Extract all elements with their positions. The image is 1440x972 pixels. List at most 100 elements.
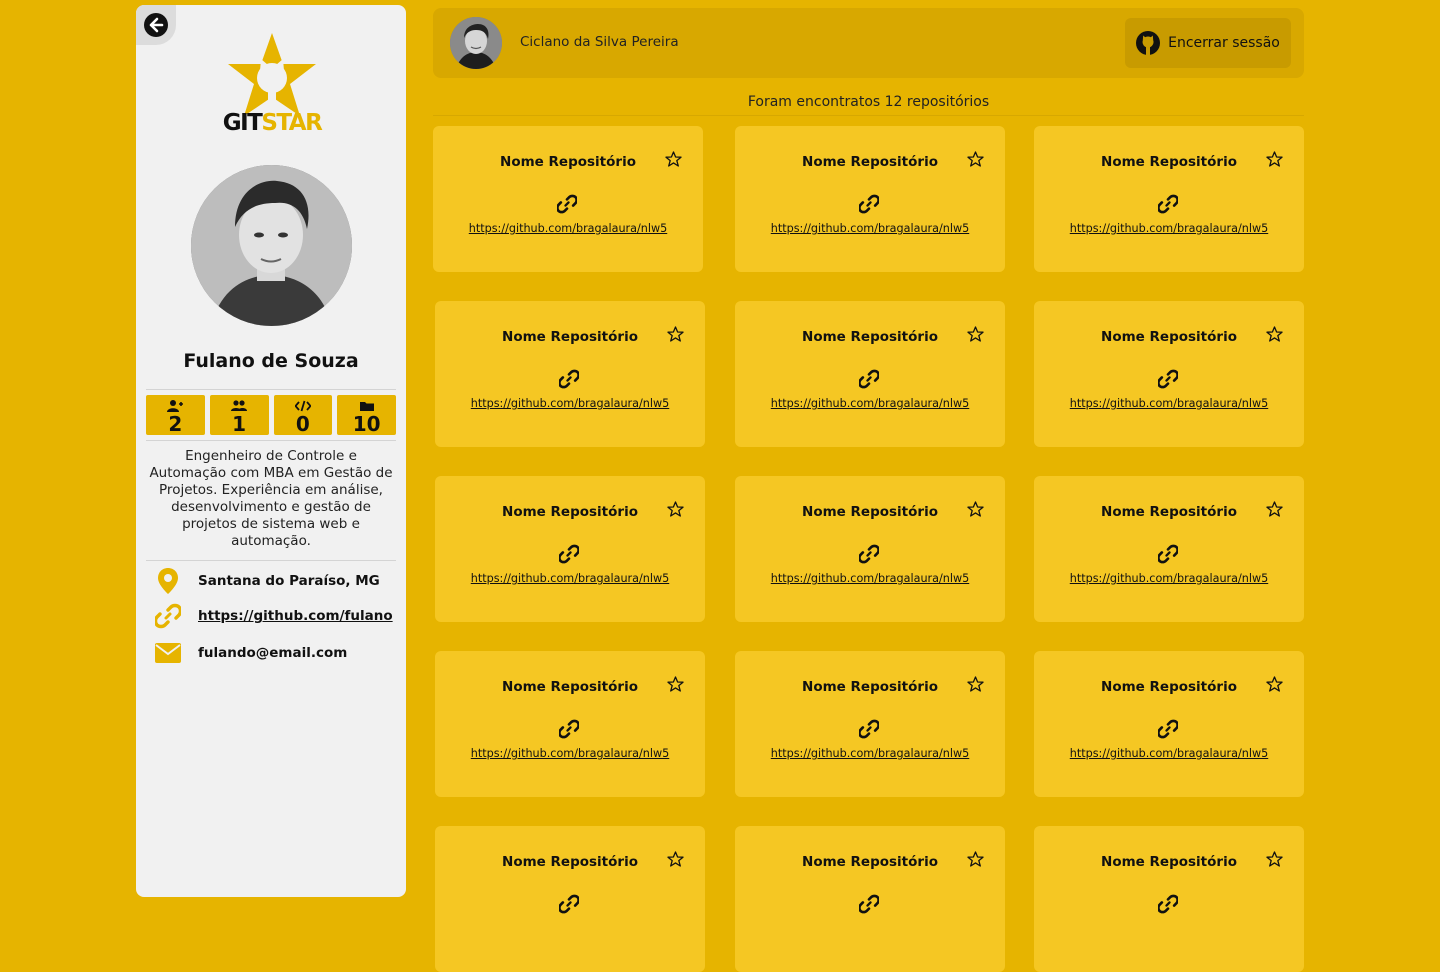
repo-url-link[interactable]: https://github.com/bragalaura/nlw5 xyxy=(735,572,1005,585)
repo-card[interactable]: Nome Repositório https://github.com/braga… xyxy=(435,651,705,797)
repo-card[interactable]: Nome Repositório https://github.com/braga… xyxy=(1034,126,1304,272)
code-icon xyxy=(294,400,311,412)
repo-name: Nome Repositório xyxy=(1101,504,1237,520)
email-text: fulando@email.com xyxy=(198,645,348,661)
link-icon xyxy=(859,719,879,739)
repo-url-link[interactable]: https://github.com/bragalaura/nlw5 xyxy=(1034,397,1304,410)
stat-gists: 0 xyxy=(273,395,333,435)
user-name: Fulano de Souza xyxy=(183,350,359,372)
stat-followers: 2 xyxy=(146,395,205,435)
repo-name: Nome Repositório xyxy=(502,504,638,520)
link-icon xyxy=(859,369,879,389)
star-icon[interactable] xyxy=(1266,326,1283,342)
top-header: Ciclano da Silva Pereira Encerrar sessão xyxy=(433,8,1304,78)
repo-card[interactable]: Nome Repositório xyxy=(735,826,1005,972)
repo-name: Nome Repositório xyxy=(802,504,938,520)
repo-card[interactable]: Nome Repositório https://github.com/braga… xyxy=(735,476,1005,622)
stat-following: 1 xyxy=(209,395,269,436)
repo-card[interactable]: Nome Repositório https://github.com/braga… xyxy=(433,126,703,272)
stat-followers-value: 2 xyxy=(168,412,183,436)
repo-card[interactable]: Nome Repositório xyxy=(435,826,705,972)
repo-name: Nome Repositório xyxy=(1101,854,1237,870)
link-icon xyxy=(559,894,579,914)
header-user-name: Ciclano da Silva Pereira xyxy=(520,34,679,50)
star-icon[interactable] xyxy=(1266,501,1283,517)
github-profile-link[interactable]: https://github.com/fulano xyxy=(198,608,393,624)
repo-url-link[interactable]: https://github.com/bragalaura/nlw5 xyxy=(735,747,1005,760)
repo-card[interactable]: Nome Repositório https://github.com/braga… xyxy=(735,126,1005,272)
user-bio: Engenheiro de Controle e Automação com M… xyxy=(149,448,393,549)
repo-card[interactable]: Nome Repositório https://github.com/braga… xyxy=(1034,301,1304,447)
location-row: Santana do Paraíso, MG xyxy=(154,568,380,594)
repo-card[interactable]: Nome Repositório https://github.com/braga… xyxy=(435,301,705,447)
star-icon[interactable] xyxy=(967,851,984,867)
link-icon xyxy=(559,544,579,564)
link-icon xyxy=(1158,544,1178,564)
link-icon xyxy=(1158,719,1178,739)
divider xyxy=(433,115,1304,116)
star-icon[interactable] xyxy=(667,326,684,342)
star-icon[interactable] xyxy=(667,851,684,867)
repo-card[interactable]: Nome Repositório https://github.com/braga… xyxy=(1034,476,1304,622)
divider xyxy=(146,560,396,561)
repo-url-link[interactable]: https://github.com/bragalaura/nlw5 xyxy=(1034,222,1304,235)
repo-name: Nome Repositório xyxy=(802,679,938,695)
logout-label: Encerrar sessão xyxy=(1168,35,1280,51)
stats-row: 2 1 0 10 xyxy=(146,395,396,435)
stat-following-value: 1 xyxy=(232,412,247,436)
repo-name: Nome Repositório xyxy=(1101,329,1237,345)
star-icon[interactable] xyxy=(967,676,984,692)
repo-count-text: Foram encontratos 12 repositórios xyxy=(747,94,990,110)
repo-url-link[interactable]: https://github.com/bragalaura/nlw5 xyxy=(435,572,705,585)
logo-wordmark: GITSTAR xyxy=(222,110,323,136)
repo-card[interactable]: Nome Repositório https://github.com/braga… xyxy=(1034,651,1304,797)
location-text: Santana do Paraíso, MG xyxy=(198,573,380,589)
users-icon xyxy=(231,400,248,411)
star-icon[interactable] xyxy=(667,501,684,517)
repo-name: Nome Repositório xyxy=(802,329,938,345)
repo-card[interactable]: Nome Repositório https://github.com/braga… xyxy=(435,476,705,622)
stat-repos: 10 xyxy=(337,395,396,435)
repo-url-link[interactable]: https://github.com/bragalaura/nlw5 xyxy=(1034,747,1304,760)
repo-name: Nome Repositório xyxy=(502,854,638,870)
repo-name: Nome Repositório xyxy=(500,154,636,170)
folder-icon xyxy=(359,402,374,411)
repo-url-link[interactable]: https://github.com/bragalaura/nlw5 xyxy=(1034,572,1304,585)
repo-url-link[interactable]: https://github.com/bragalaura/nlw5 xyxy=(735,397,1005,410)
star-icon[interactable] xyxy=(665,151,682,167)
profile-sidebar: GITSTAR Fulano de Souza 2 1 0 10 Engenhe… xyxy=(136,5,406,897)
back-button[interactable] xyxy=(136,5,176,45)
link-icon xyxy=(155,603,181,629)
repo-name: Nome Repositório xyxy=(502,679,638,695)
user-avatar xyxy=(191,165,352,326)
star-icon[interactable] xyxy=(967,501,984,517)
repo-url-link[interactable]: https://github.com/bragalaura/nlw5 xyxy=(435,747,705,760)
repo-url-link[interactable]: https://github.com/bragalaura/nlw5 xyxy=(433,222,703,235)
link-icon xyxy=(559,369,579,389)
repo-name: Nome Repositório xyxy=(502,329,638,345)
repo-card[interactable]: Nome Repositório https://github.com/braga… xyxy=(735,301,1005,447)
email-row: fulando@email.com xyxy=(154,643,347,663)
repo-url-link[interactable]: https://github.com/bragalaura/nlw5 xyxy=(735,222,1005,235)
repo-name: Nome Repositório xyxy=(802,154,938,170)
star-icon[interactable] xyxy=(1266,851,1283,867)
repo-card[interactable]: Nome Repositório xyxy=(1034,826,1304,972)
star-icon[interactable] xyxy=(967,326,984,342)
link-icon xyxy=(1158,194,1178,214)
star-icon[interactable] xyxy=(667,676,684,692)
user-follow-icon xyxy=(167,400,184,412)
logout-button[interactable]: Encerrar sessão xyxy=(1125,18,1291,68)
star-icon[interactable] xyxy=(1266,676,1283,692)
link-icon xyxy=(859,894,879,914)
repo-url-link[interactable]: https://github.com/bragalaura/nlw5 xyxy=(435,397,705,410)
star-icon[interactable] xyxy=(1266,151,1283,167)
github-link-row: https://github.com/fulano xyxy=(154,603,393,629)
star-icon[interactable] xyxy=(967,151,984,167)
repo-name: Nome Repositório xyxy=(802,854,938,870)
link-icon xyxy=(1158,369,1178,389)
divider xyxy=(146,389,396,390)
link-icon xyxy=(1158,894,1178,914)
link-icon xyxy=(859,544,879,564)
map-pin-icon xyxy=(158,568,178,594)
repo-card[interactable]: Nome Repositório https://github.com/braga… xyxy=(735,651,1005,797)
